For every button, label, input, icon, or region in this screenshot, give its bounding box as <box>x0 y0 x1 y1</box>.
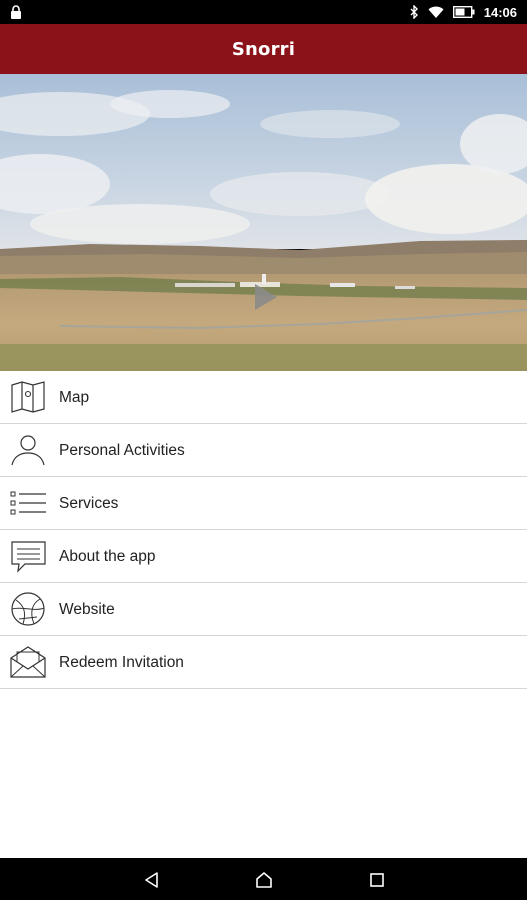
globe-icon <box>9 591 47 627</box>
menu-item-label: Redeem Invitation <box>59 654 184 671</box>
status-bar: 14:06 <box>0 0 527 24</box>
status-time: 14:06 <box>483 4 517 20</box>
menu-item-map[interactable]: Map <box>0 371 527 424</box>
home-icon[interactable] <box>254 870 274 890</box>
back-icon[interactable] <box>142 870 162 890</box>
lock-icon <box>10 5 22 19</box>
menu-item-label: About the app <box>59 548 156 565</box>
main-menu: Map Personal Activities Services About t… <box>0 371 527 858</box>
menu-item-personal-activities[interactable]: Personal Activities <box>0 424 527 477</box>
video-thumbnail[interactable] <box>0 74 527 371</box>
menu-item-label: Website <box>59 601 115 618</box>
list-icon <box>9 485 47 521</box>
envelope-icon <box>9 644 47 680</box>
system-nav-bar <box>0 858 527 900</box>
wifi-icon <box>428 6 444 19</box>
menu-item-label: Personal Activities <box>59 442 185 459</box>
menu-item-about[interactable]: About the app <box>0 530 527 583</box>
app-title: Snorri <box>231 38 296 60</box>
recents-icon[interactable] <box>367 870 387 890</box>
person-icon <box>9 432 47 468</box>
menu-item-services[interactable]: Services <box>0 477 527 530</box>
battery-icon <box>452 5 475 19</box>
app-bar: Snorri <box>0 24 527 74</box>
menu-item-label: Map <box>59 389 90 406</box>
map-icon <box>9 379 47 415</box>
play-icon <box>255 284 277 310</box>
menu-item-label: Services <box>59 495 119 512</box>
menu-item-redeem-invitation[interactable]: Redeem Invitation <box>0 636 527 689</box>
chat-bubble-icon <box>9 538 47 574</box>
landscape-image <box>0 74 527 371</box>
play-button[interactable] <box>252 282 280 312</box>
bluetooth-icon <box>409 4 419 20</box>
menu-item-website[interactable]: Website <box>0 583 527 636</box>
